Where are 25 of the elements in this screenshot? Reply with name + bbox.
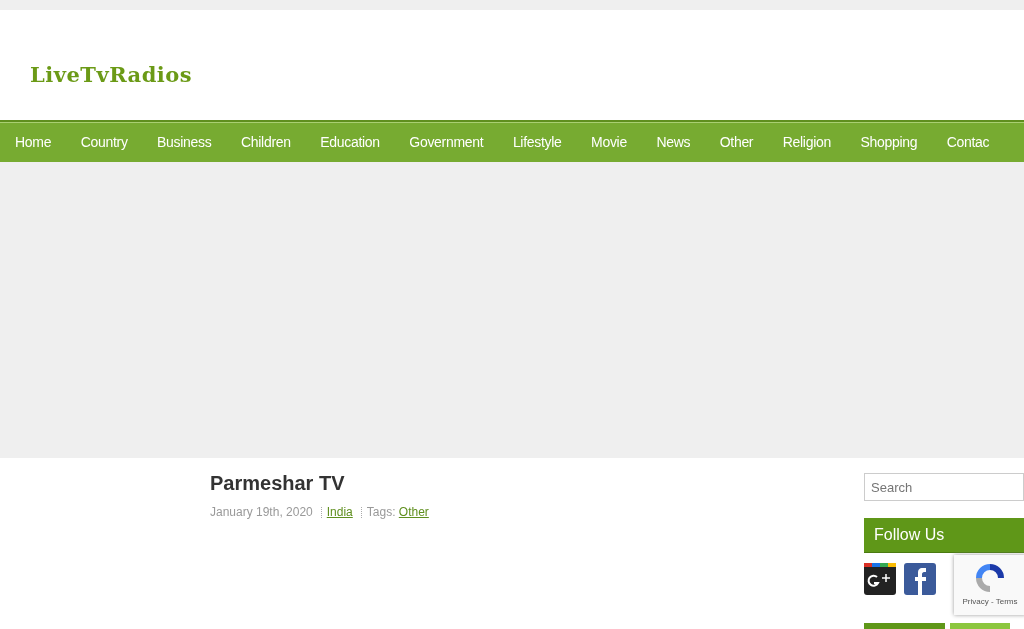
nav-link[interactable]: Religion	[782, 134, 831, 150]
tags-label: Tags:	[366, 505, 396, 519]
post-date: January 19th, 2020	[210, 505, 313, 519]
google-plus-icon[interactable]	[864, 563, 896, 595]
privacy-terms-links[interactable]: Privacy - Terms	[962, 597, 1018, 606]
search-field[interactable]: Search	[864, 473, 1024, 501]
nav-link[interactable]: Business	[157, 134, 212, 150]
post-title: Parmeshar TV	[210, 472, 346, 495]
nav-link[interactable]: Government	[409, 134, 484, 150]
nav-link[interactable]: Contac	[946, 134, 990, 150]
nav-link[interactable]: Children	[241, 134, 291, 150]
nav-link[interactable]: Lifestyle	[512, 134, 562, 150]
follow-heading: Follow Us	[864, 518, 1024, 553]
nav-link[interactable]: Shopping	[860, 134, 918, 150]
category-link[interactable]: India	[326, 505, 353, 519]
tag-link[interactable]: Other	[398, 505, 429, 519]
nav-link[interactable]: Country	[80, 134, 128, 150]
nav-link[interactable]: Other	[719, 134, 754, 150]
recaptcha-icon	[973, 561, 1007, 595]
nav-link[interactable]: News	[656, 134, 691, 150]
facebook-icon[interactable]	[904, 563, 936, 595]
nav-link[interactable]: Movie	[591, 134, 627, 150]
nav-link[interactable]: Education	[320, 134, 380, 150]
nav-link[interactable]: Home	[15, 134, 52, 150]
site-logo[interactable]: LiveTvRadios	[30, 61, 193, 87]
